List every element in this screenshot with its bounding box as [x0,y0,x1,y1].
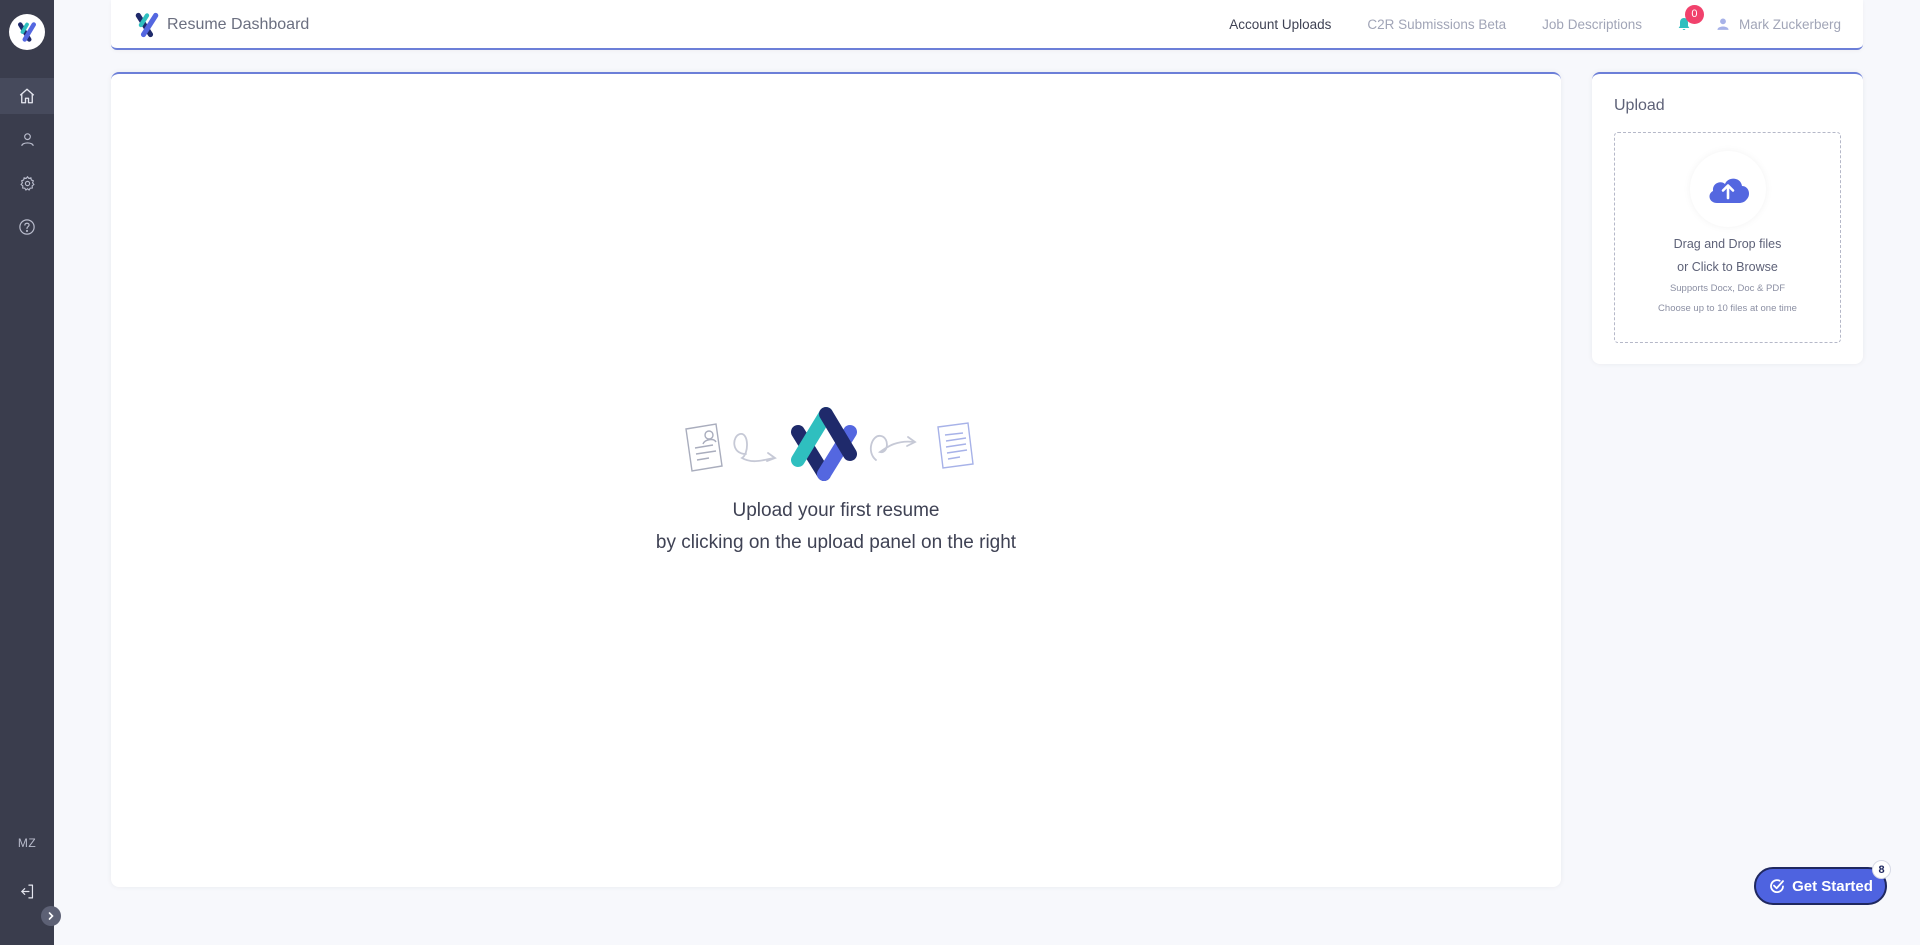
chevron-right-icon [48,912,54,920]
center-logo-icon [791,407,857,481]
user-menu[interactable]: Mark Zuckerberg [1716,17,1841,32]
logo-icon [18,22,36,42]
user-icon [1717,18,1729,30]
nav-c2r-submissions[interactable]: C2R Submissions Beta [1367,17,1506,32]
sidebar-expand-button[interactable] [41,906,61,926]
home-icon [19,88,35,104]
cloud-upload-icon [1709,178,1749,203]
logout-button[interactable] [0,873,54,909]
empty-state-title: Upload your first resume [732,500,940,521]
get-started-button[interactable]: Get Started 8 [1754,860,1891,905]
brand[interactable]: Resume Dashboard [133,12,309,38]
upload-panel: Upload Drag and Drop files or Click to B… [1592,72,1863,364]
swirl-arrow-right-icon [869,435,917,461]
user-initials[interactable]: MZ [0,836,54,850]
nav-job-descriptions[interactable]: Job Descriptions [1542,17,1642,32]
nav-account-uploads[interactable]: Account Uploads [1229,17,1331,32]
header-nav: Account Uploads C2R Submissions Beta Job… [1193,0,1841,48]
dropzone-limit-text: Choose up to 10 files at one time [1658,303,1797,314]
resume-list-panel: Upload your first resume by clicking on … [111,72,1561,887]
sidebar-item-profile[interactable] [0,121,54,157]
logout-icon [20,884,33,898]
sidebar-item-help[interactable] [0,209,54,245]
notification-count-badge: 0 [1684,5,1704,24]
swirl-arrow-left-icon [733,433,777,463]
sidebar-item-settings[interactable] [0,165,54,201]
logo-icon [135,12,159,38]
upload-flow-illustration [685,407,974,481]
sidebar-item-home[interactable] [0,78,54,114]
sidebar: MZ [0,0,54,945]
resume-document-icon [685,423,723,472]
user-name: Mark Zuckerberg [1738,16,1841,32]
empty-state: Upload your first resume by clicking on … [111,402,1561,554]
upload-dropzone[interactable]: Drag and Drop files or Click to Browse S… [1614,132,1841,343]
sidebar-logo[interactable] [9,14,45,50]
gear-icon [19,175,35,191]
get-started-label: Get Started [1792,877,1873,895]
page-title: Resume Dashboard [167,16,310,33]
user-icon [20,132,34,146]
help-icon [19,219,35,235]
dropzone-formats-text: Supports Docx, Doc & PDF [1669,283,1786,294]
empty-state-subtitle: by clicking on the upload panel on the r… [655,532,1017,553]
top-header: Resume Dashboard Account Uploads C2R Sub… [111,0,1863,50]
cloud-upload-badge [1689,151,1766,227]
notifications-button[interactable]: 0 [1676,5,1704,32]
get-started-count-badge: 8 [1872,860,1891,879]
dropzone-browse-text: or Click to Browse [1677,260,1778,274]
parsed-document-icon [937,422,974,469]
dropzone-primary-text: Drag and Drop files [1673,237,1782,251]
check-circle-icon [1770,879,1784,894]
upload-panel-title: Upload [1614,97,1665,114]
